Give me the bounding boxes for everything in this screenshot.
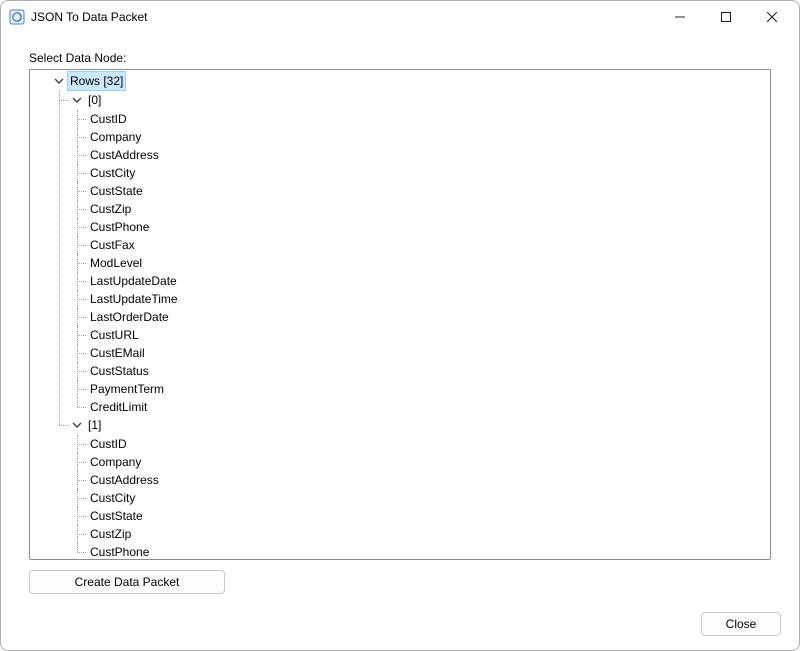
content-area: Select Data Node: Rows [32][0]CustIDComp… [1, 33, 799, 604]
tree-node-label[interactable]: CustPhone [88, 218, 151, 236]
tree-node-label[interactable]: CustPhone [88, 543, 151, 559]
tree-leaf[interactable]: CustID [70, 110, 768, 128]
tree-leaf[interactable]: CustFax [70, 236, 768, 254]
tree-leaf[interactable]: Company [70, 453, 768, 471]
tree-leaf[interactable]: CustURL [70, 326, 768, 344]
tree-leaf[interactable]: CustZip [70, 200, 768, 218]
tree-node-label[interactable]: CreditLimit [88, 398, 149, 416]
tree-leaf[interactable]: CustPhone [70, 543, 768, 559]
tree-node-label[interactable]: CustZip [88, 525, 133, 543]
tree-leaf[interactable]: CustState [70, 182, 768, 200]
tree-leaf[interactable]: PaymentTerm [70, 380, 768, 398]
chevron-down-icon[interactable] [70, 93, 84, 107]
tree-leaf[interactable]: ModLevel [70, 254, 768, 272]
tree-node-label[interactable]: CustID [88, 110, 129, 128]
tree-leaf[interactable]: CustAddress [70, 146, 768, 164]
tree-node-label[interactable]: CustState [88, 507, 145, 525]
chevron-down-icon[interactable] [52, 74, 66, 88]
tree-leaf[interactable]: CustStatus [70, 362, 768, 380]
button-row: Create Data Packet [29, 560, 771, 594]
tree-node-label[interactable]: CustState [88, 182, 145, 200]
window-frame: JSON To Data Packet Select Data Node: Ro… [0, 0, 800, 651]
select-node-label: Select Data Node: [29, 51, 771, 65]
tree-node[interactable]: [1]CustIDCompanyCustAddressCustCityCustS… [52, 416, 768, 559]
tree-leaf[interactable]: CustEMail [70, 344, 768, 362]
tree-node-label[interactable]: [0] [86, 91, 103, 109]
tree-node-label[interactable]: CustAddress [88, 471, 161, 489]
titlebar: JSON To Data Packet [1, 1, 799, 33]
tree-leaf[interactable]: CustCity [70, 489, 768, 507]
tree-leaf[interactable]: Company [70, 128, 768, 146]
tree-node-label[interactable]: LastUpdateDate [88, 272, 179, 290]
tree-leaf[interactable]: CustPhone [70, 218, 768, 236]
close-button[interactable] [749, 2, 795, 32]
tree-container: Rows [32][0]CustIDCompanyCustAddressCust… [29, 69, 771, 560]
tree-node-label[interactable]: LastUpdateTime [88, 290, 180, 308]
tree-node-label[interactable]: [1] [86, 416, 103, 434]
footer: Close [1, 604, 799, 650]
tree-node-label[interactable]: CustCity [88, 164, 137, 182]
tree-node[interactable]: [0]CustIDCompanyCustAddressCustCityCustS… [52, 91, 768, 416]
create-data-packet-button[interactable]: Create Data Packet [29, 570, 225, 594]
app-icon [9, 9, 25, 25]
tree-node-label[interactable]: CustID [88, 435, 129, 453]
tree-node-label[interactable]: CustURL [88, 326, 141, 344]
chevron-down-icon[interactable] [70, 418, 84, 432]
minimize-button[interactable] [657, 2, 703, 32]
tree-leaf[interactable]: LastOrderDate [70, 308, 768, 326]
tree-leaf[interactable]: LastUpdateTime [70, 290, 768, 308]
window-title: JSON To Data Packet [31, 10, 148, 24]
tree-node-label[interactable]: CustFax [88, 236, 137, 254]
tree-leaf[interactable]: CustZip [70, 525, 768, 543]
tree-leaf[interactable]: CustID [70, 435, 768, 453]
tree-node-label[interactable]: Company [88, 453, 143, 471]
tree-node-label[interactable]: Rows [32] [68, 72, 125, 90]
tree-node-root[interactable]: Rows [32][0]CustIDCompanyCustAddressCust… [34, 72, 768, 559]
tree-node-label[interactable]: CustAddress [88, 146, 161, 164]
maximize-button[interactable] [703, 2, 749, 32]
tree-node-label[interactable]: CustZip [88, 200, 133, 218]
tree-node-label[interactable]: PaymentTerm [88, 380, 166, 398]
tree-node-label[interactable]: ModLevel [88, 254, 144, 272]
close-dialog-button[interactable]: Close [701, 612, 781, 636]
tree-leaf[interactable]: CreditLimit [70, 398, 768, 416]
tree-leaf[interactable]: CustCity [70, 164, 768, 182]
tree-node-label[interactable]: Company [88, 128, 143, 146]
tree-node-label[interactable]: LastOrderDate [88, 308, 171, 326]
tree-node-label[interactable]: CustStatus [88, 362, 151, 380]
tree-leaf[interactable]: CustState [70, 507, 768, 525]
tree-scroll[interactable]: Rows [32][0]CustIDCompanyCustAddressCust… [30, 70, 770, 559]
tree-node-label[interactable]: CustEMail [88, 344, 147, 362]
tree-leaf[interactable]: LastUpdateDate [70, 272, 768, 290]
tree-node-label[interactable]: CustCity [88, 489, 137, 507]
tree-leaf[interactable]: CustAddress [70, 471, 768, 489]
